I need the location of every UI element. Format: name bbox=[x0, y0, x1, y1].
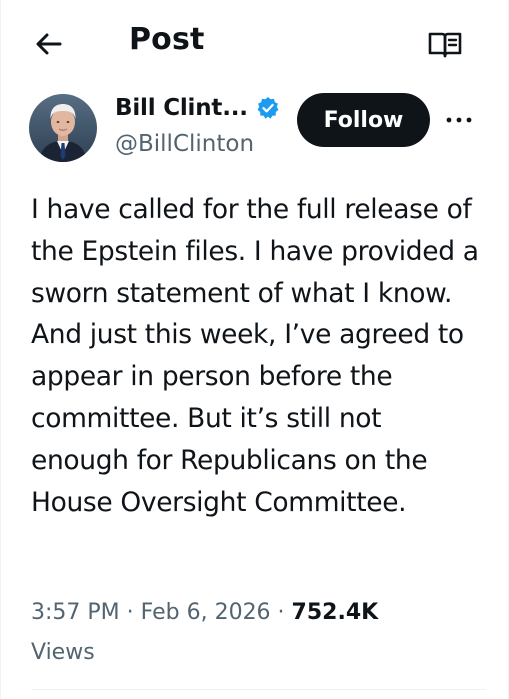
avatar[interactable] bbox=[29, 94, 97, 162]
meta-separator: · bbox=[270, 600, 292, 625]
author-name[interactable]: Bill Clint... bbox=[115, 95, 248, 121]
page-title: Post bbox=[129, 22, 205, 57]
follow-button[interactable]: Follow bbox=[297, 93, 430, 147]
reader-mode-button[interactable] bbox=[426, 26, 464, 62]
back-button[interactable] bbox=[30, 26, 66, 62]
post-text: I have called for the full release of th… bbox=[31, 194, 479, 518]
more-dots-icon bbox=[446, 117, 472, 123]
post-meta: 3:57 PM · Feb 6, 2026 · 752.4K Views bbox=[31, 593, 486, 673]
book-open-icon bbox=[428, 32, 462, 58]
post-header: Post bbox=[0, 0, 509, 86]
arrow-left-icon bbox=[36, 33, 62, 55]
more-options-button[interactable] bbox=[443, 108, 475, 132]
views-count: 752.4K bbox=[291, 600, 379, 625]
views-label: Views bbox=[31, 640, 95, 665]
author-handle[interactable]: @BillClinton bbox=[115, 131, 254, 157]
profile-photo bbox=[29, 94, 97, 162]
post-time[interactable]: 3:57 PM bbox=[31, 600, 120, 625]
author-name-row: Bill Clint... bbox=[115, 95, 280, 121]
meta-separator: · bbox=[119, 600, 141, 625]
verified-badge-icon bbox=[257, 97, 279, 119]
post-date[interactable]: Feb 6, 2026 bbox=[141, 600, 271, 625]
left-border bbox=[0, 0, 1, 699]
divider bbox=[31, 689, 486, 690]
